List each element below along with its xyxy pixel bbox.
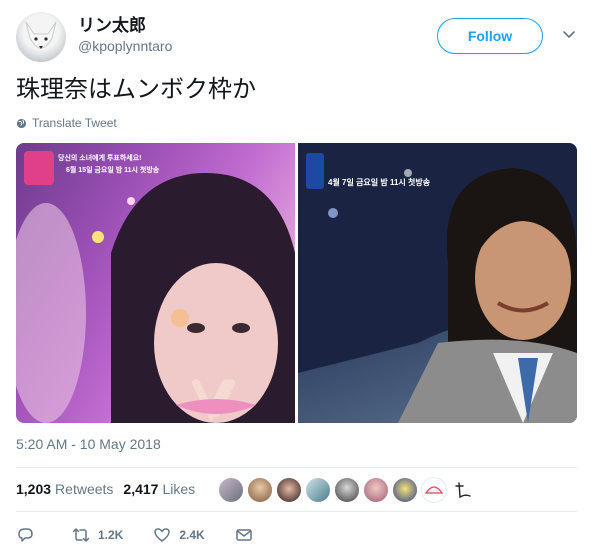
tweet-text: 珠理奈はムンボク枠か xyxy=(16,76,256,103)
envelope-icon xyxy=(235,529,252,541)
translate-label[interactable]: Translate Tweet xyxy=(32,116,117,130)
tweet-actions: 1.2K 2.4K xyxy=(16,526,283,544)
wolf-avatar-icon xyxy=(25,21,57,49)
liker-avatar[interactable] xyxy=(276,477,302,503)
heart-icon xyxy=(154,528,171,542)
tweet-timestamp[interactable]: 5:20 AM - 10 May 2018 xyxy=(16,436,161,452)
avatar[interactable] xyxy=(16,12,66,62)
handwritten-avatar-icon xyxy=(455,482,471,499)
reply-button[interactable] xyxy=(16,526,42,544)
photo-right-banner: 4월 7일 금요일 밤 11시 첫방송 xyxy=(328,178,431,187)
like-count: 2.4K xyxy=(179,528,205,542)
chevron-down-icon[interactable] xyxy=(561,26,577,42)
divider-bottom xyxy=(16,511,577,512)
divider-top xyxy=(16,467,577,468)
likes-count[interactable]: 2,417 xyxy=(123,481,158,497)
liker-avatar[interactable] xyxy=(363,477,389,503)
user-handle[interactable]: @kpoplynntaro xyxy=(78,36,172,56)
liker-avatar[interactable] xyxy=(392,477,418,503)
retweet-button[interactable]: 1.2K xyxy=(72,526,123,544)
liker-avatar[interactable] xyxy=(305,477,331,503)
media-grid: 당신의 소녀에게 투표하세요! 6월 15일 금요일 밤 11시 첫방송 4월 … xyxy=(16,143,577,423)
likes-label[interactable]: Likes xyxy=(162,481,195,497)
tweet-stats: 1,203 Retweets 2,417 Likes xyxy=(16,481,205,497)
retweet-count: 1.2K xyxy=(98,528,124,542)
liker-avatar[interactable] xyxy=(218,477,244,503)
photo-left[interactable]: 당신의 소녀에게 투표하세요! 6월 15일 금요일 밤 11시 첫방송 xyxy=(16,143,295,423)
direct-message-button[interactable] xyxy=(235,526,253,544)
liker-avatar[interactable] xyxy=(247,477,273,503)
translate-tweet-link[interactable]: Translate Tweet xyxy=(16,116,117,130)
globe-icon xyxy=(16,118,27,128)
retweets-label[interactable]: Retweets xyxy=(55,481,113,497)
tweet-header: リン太郎 @kpoplynntaro Follow xyxy=(16,12,577,64)
liker-avatar[interactable] xyxy=(421,477,447,503)
liker-avatar[interactable] xyxy=(334,477,360,503)
display-name[interactable]: リン太郎 xyxy=(78,16,172,36)
reply-icon xyxy=(18,528,33,542)
like-button[interactable]: 2.4K xyxy=(153,526,205,544)
photo-left-banner-line2: 6월 15일 금요일 밤 11시 첫방송 xyxy=(66,167,160,174)
user-info[interactable]: リン太郎 @kpoplynntaro xyxy=(78,16,172,56)
fan-icon xyxy=(424,486,444,494)
retweet-icon xyxy=(72,528,90,542)
liker-avatars xyxy=(218,477,476,503)
photo-left-banner-line1: 당신의 소녀에게 투표하세요! xyxy=(58,155,142,162)
liker-avatar[interactable] xyxy=(450,477,476,503)
photo-right[interactable]: 4월 7일 금요일 밤 11시 첫방송 xyxy=(298,143,577,423)
retweets-count[interactable]: 1,203 xyxy=(16,481,51,497)
follow-button[interactable]: Follow xyxy=(437,18,543,54)
photo-left-image xyxy=(16,151,295,423)
